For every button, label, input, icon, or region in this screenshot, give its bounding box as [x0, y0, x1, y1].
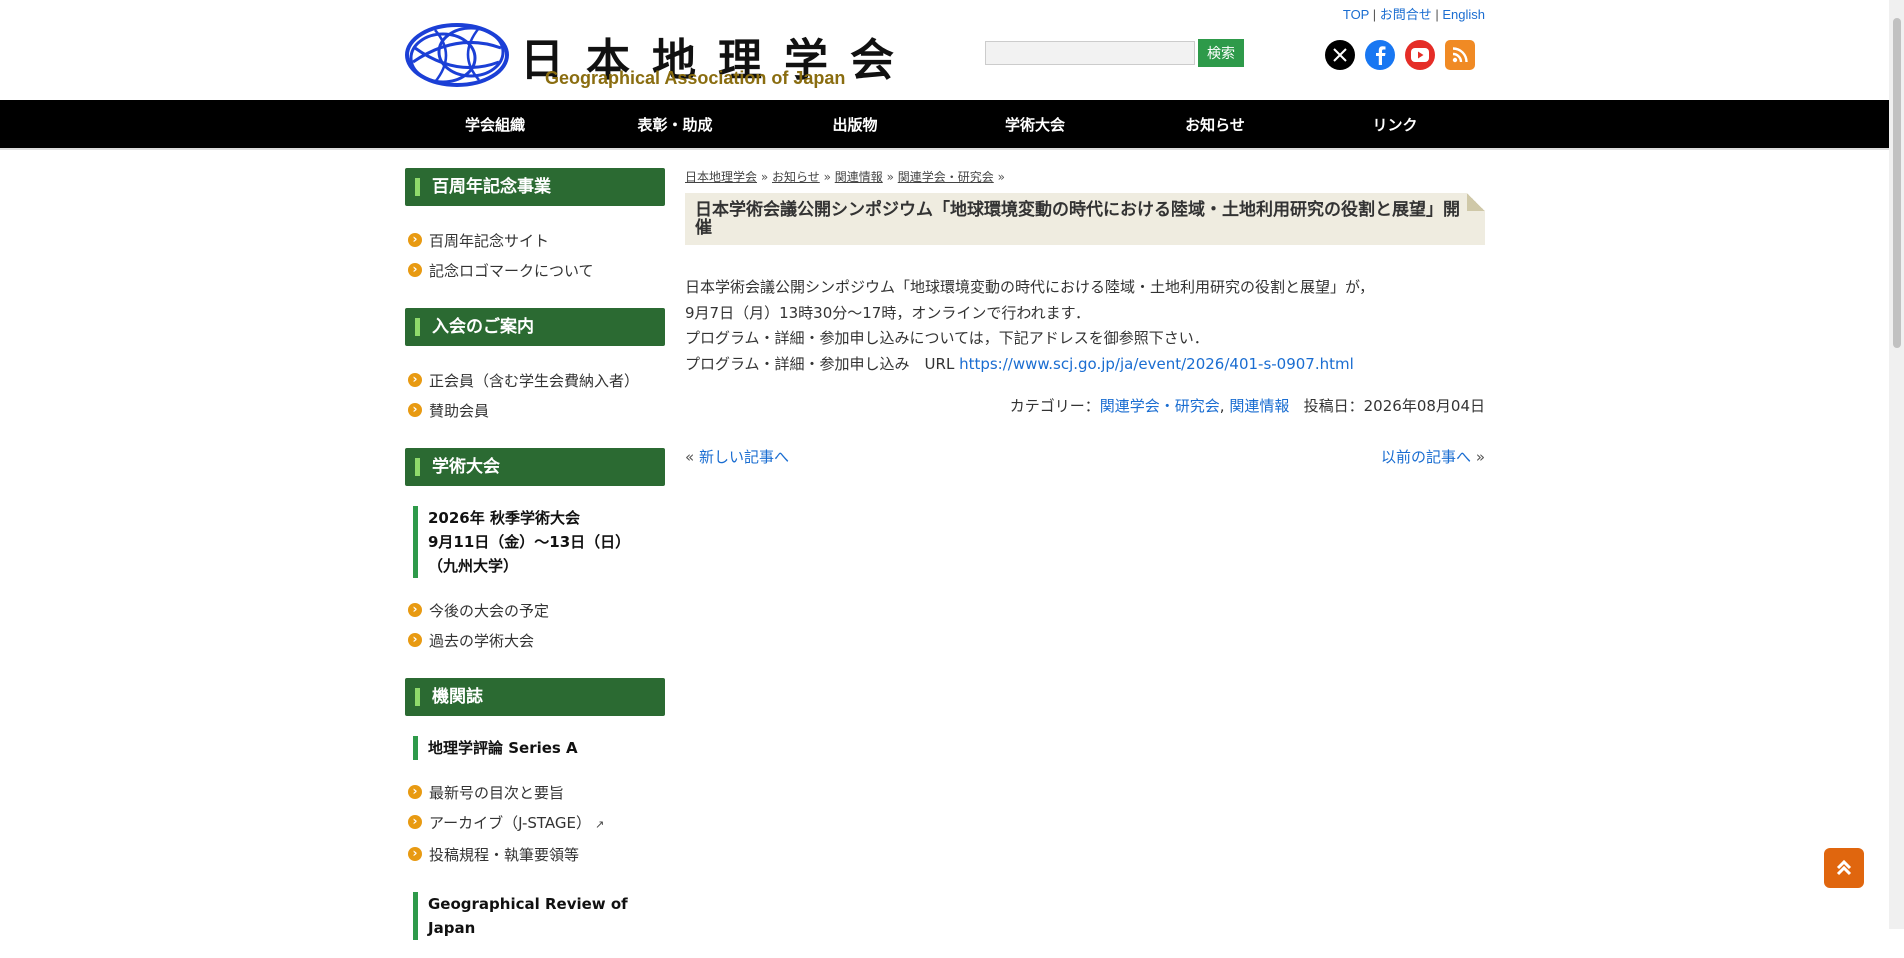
main-nav-bar: 学会組織 表彰・助成 出版物 学術大会 お知らせ リンク [0, 100, 1904, 150]
breadcrumb-related-info[interactable]: 関連情報 [835, 170, 883, 184]
article-title: 日本学術会議公開シンポジウム「地球環境変動の時代における陸域・土地利用研究の役割… [685, 193, 1485, 245]
external-link-icon: ↗ [595, 818, 605, 831]
sidebar: 百周年記念事業 百周年記念サイト 記念ロゴマークについて 入会のご案内 正会員（… [405, 168, 665, 958]
sidebar-heading-meeting: 学術大会 [405, 448, 665, 486]
sidebar-item-future-meetings[interactable]: 今後の大会の予定 [405, 596, 665, 626]
contact-link[interactable]: お問合せ [1380, 7, 1432, 22]
sidebar-heading-membership: 入会のご案内 [405, 308, 665, 346]
sidebar-item-past-meetings[interactable]: 過去の学術大会 [405, 626, 665, 656]
nav-organization[interactable]: 学会組織 [405, 114, 585, 135]
search-form: 検索 [985, 39, 1244, 67]
url-prefix: プログラム・詳細・参加申し込み URL [685, 354, 960, 373]
sidebar-item-submission-rules[interactable]: 投稿規程・執筆要領等 [405, 840, 665, 870]
article-url-line: プログラム・詳細・参加申し込み URL https://www.scj.go.j… [685, 352, 1485, 378]
category-link-related-info[interactable]: 関連情報 [1229, 397, 1289, 415]
sidebar-heading-journal: 機関誌 [405, 678, 665, 716]
search-button[interactable]: 検索 [1198, 39, 1244, 67]
breadcrumb: 日本地理学会 » お知らせ » 関連情報 » 関連学会・研究会 » [685, 170, 1005, 184]
double-chevron-up-icon [1836, 859, 1852, 876]
meeting-highlight[interactable]: 2026年 秋季学術大会 9月11日（金）〜13日（日） （九州大学） [413, 506, 665, 578]
facebook-icon[interactable] [1365, 40, 1395, 70]
nav-links[interactable]: リンク [1305, 114, 1485, 135]
meeting-list: 今後の大会の予定 過去の学術大会 [405, 596, 665, 656]
sidebar-heading-centennial: 百周年記念事業 [405, 168, 665, 206]
english-link[interactable]: English [1442, 7, 1485, 22]
main-content: 日本地理学会 » お知らせ » 関連情報 » 関連学会・研究会 » 日本学術会議… [685, 168, 1485, 958]
site-header: 日本地理学会 Geographical Association of Japan… [405, 0, 1485, 100]
meeting-venue: （九州大学） [428, 557, 519, 575]
category-label: カテゴリー： [1009, 397, 1100, 415]
sidebar-item-centennial-site[interactable]: 百周年記念サイト [405, 226, 665, 256]
top-link[interactable]: TOP [1343, 7, 1369, 22]
nav-news[interactable]: お知らせ [1125, 114, 1305, 135]
scrollbar-thumb[interactable] [1893, 18, 1901, 348]
scroll-to-top-button[interactable] [1824, 848, 1864, 888]
main-nav: 学会組織 表彰・助成 出版物 学術大会 お知らせ リンク [405, 100, 1485, 148]
category-link-societies[interactable]: 関連学会・研究会 [1100, 397, 1220, 415]
logo-english-text: Geographical Association of Japan [545, 68, 846, 88]
newer-post-link[interactable]: 新しい記事へ [699, 448, 789, 466]
search-input[interactable] [985, 41, 1195, 65]
youtube-icon[interactable] [1405, 40, 1435, 70]
sidebar-item-archive[interactable]: アーカイブ（J-STAGE）↗ [405, 808, 665, 840]
x-icon[interactable] [1325, 40, 1355, 70]
breadcrumb-news[interactable]: お知らせ [772, 170, 820, 184]
older-post-link[interactable]: 以前の記事へ [1381, 448, 1471, 466]
site-logo[interactable]: 日本地理学会 Geographical Association of Japan [405, 20, 905, 90]
event-url-link[interactable]: https://www.scj.go.jp/ja/event/2026/401-… [959, 355, 1354, 373]
nav-meetings[interactable]: 学術大会 [945, 114, 1125, 135]
article-line: 9月7日（月）13時30分〜17時，オンラインで行われます． [685, 303, 1090, 322]
sidebar-item-regular-member[interactable]: 正会員（含む学生会費納入者） [405, 366, 665, 396]
article-body: 日本学術会議公開シンポジウム「地球環境変動の時代における陸域・土地利用研究の役割… [685, 275, 1485, 377]
meeting-dates: 9月11日（金）〜13日（日） [428, 533, 631, 551]
article-line: プログラム・詳細・参加申し込みについては，下記アドレスを御参照下さい． [685, 329, 1209, 347]
sidebar-item-latest-issue[interactable]: 最新号の目次と要旨 [405, 778, 665, 808]
nav-publications[interactable]: 出版物 [765, 114, 945, 135]
article-line: 日本学術会議公開シンポジウム「地球環境変動の時代における陸域・土地利用研究の役割… [685, 278, 1375, 296]
membership-list: 正会員（含む学生会費納入者） 賛助会員 [405, 366, 665, 426]
journal-series-a: 地理学評論 Series A [413, 736, 665, 760]
journal-grj: Geographical Review of Japan [413, 892, 665, 940]
nav-awards[interactable]: 表彰・助成 [585, 114, 765, 135]
article-pager: « 新しい記事へ 以前の記事へ » [685, 448, 1485, 466]
meeting-name: 2026年 秋季学術大会 [428, 509, 580, 527]
breadcrumb-home[interactable]: 日本地理学会 [685, 170, 757, 184]
sidebar-item-logo-mark[interactable]: 記念ロゴマークについて [405, 256, 665, 286]
globe-logo-icon [405, 23, 509, 87]
rss-icon[interactable] [1445, 40, 1475, 70]
sidebar-item-supporting-member[interactable]: 賛助会員 [405, 396, 665, 426]
breadcrumb-related-societies[interactable]: 関連学会・研究会 [898, 170, 994, 184]
top-links: TOP | お問合せ | English [1342, 7, 1485, 22]
article-meta: カテゴリー：関連学会・研究会, 関連情報 投稿日：2026年08月04日 [1009, 397, 1485, 415]
centennial-list: 百周年記念サイト 記念ロゴマークについて [405, 226, 665, 286]
journal-list: 最新号の目次と要旨 アーカイブ（J-STAGE）↗ 投稿規程・執筆要領等 [405, 778, 665, 870]
social-links [1325, 40, 1475, 70]
posted-date: 投稿日：2026年08月04日 [1303, 397, 1485, 415]
